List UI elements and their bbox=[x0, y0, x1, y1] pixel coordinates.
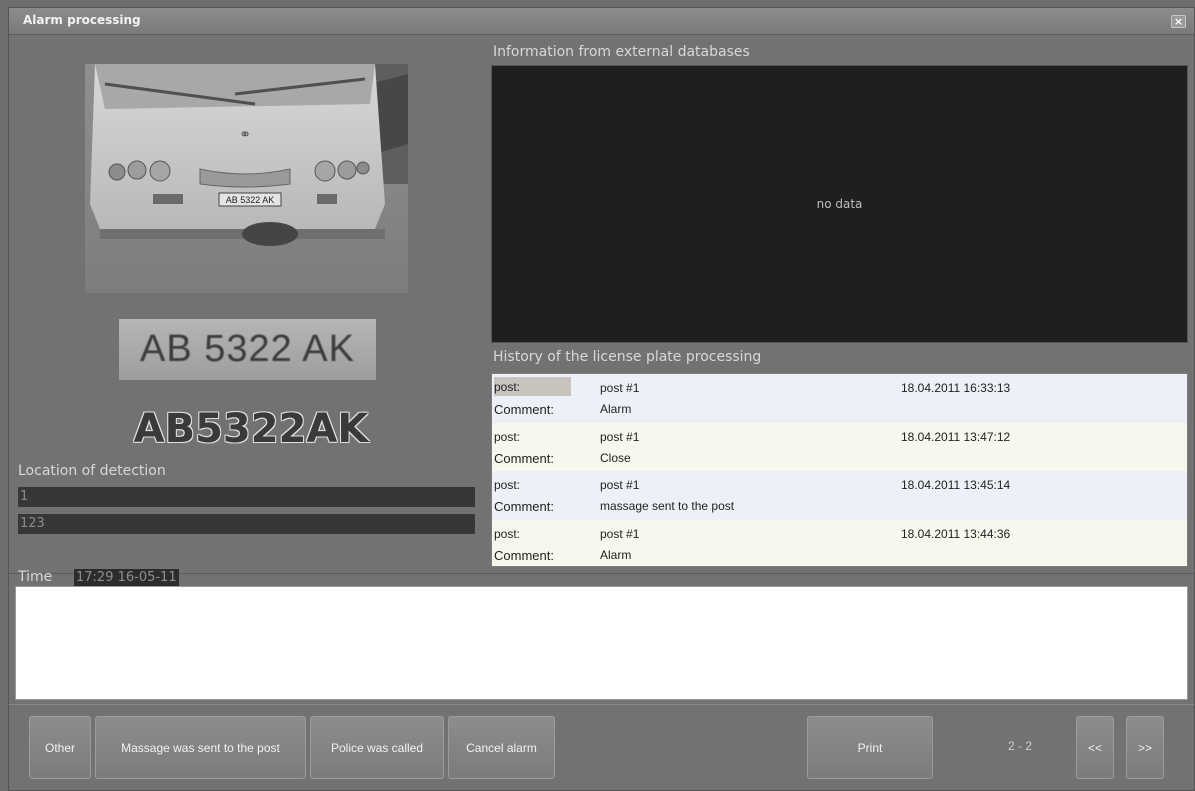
detection-area: ⚭ AB 5322 AK AB 5322 AK AB5322AK Locatio… bbox=[9, 36, 1194, 586]
history-datetime: 18.04.2011 16:33:13 bbox=[901, 381, 1011, 395]
plate-crop-text: AB 5322 AK bbox=[140, 328, 355, 370]
time-label: Time bbox=[18, 569, 53, 585]
comment-input[interactable] bbox=[15, 586, 1188, 700]
page-indicator: 2 - 2 bbox=[1008, 739, 1033, 753]
history-row[interactable]: post: post #1 18.04.2011 13:47:12 Commen… bbox=[492, 422, 1187, 471]
history-comment-value: Close bbox=[600, 450, 631, 465]
print-button[interactable]: Print bbox=[807, 716, 933, 779]
vehicle-photo: ⚭ AB 5322 AK bbox=[85, 64, 408, 293]
history-post-key: post: bbox=[494, 478, 521, 492]
history-datetime: 18.04.2011 13:44:36 bbox=[901, 526, 1011, 541]
history-datetime: 18.04.2011 13:45:14 bbox=[901, 478, 1011, 492]
police-called-button[interactable]: Police was called bbox=[310, 716, 444, 779]
vehicle-plate-text: AB 5322 AK bbox=[226, 195, 275, 205]
window-title: Alarm processing bbox=[23, 13, 141, 27]
history-post-key: post: bbox=[494, 526, 521, 541]
history-post-value: post #1 bbox=[600, 526, 640, 541]
history-comment-key: Comment: bbox=[494, 499, 554, 514]
external-db-panel: no data bbox=[491, 65, 1188, 343]
history-post-key: post: bbox=[494, 377, 571, 396]
external-db-empty-text: no data bbox=[816, 197, 863, 211]
history-label: History of the license plate processing bbox=[493, 349, 762, 365]
history-comment-value: Alarm bbox=[600, 402, 632, 416]
other-button[interactable]: Other bbox=[29, 716, 91, 779]
history-comment-value: massage sent to the post bbox=[600, 499, 735, 513]
alarm-processing-window: Alarm processing × ⚭ AB 5322 AK AB 5322 … bbox=[8, 7, 1195, 791]
prev-page-button[interactable]: << bbox=[1076, 716, 1114, 779]
title-bar: Alarm processing × bbox=[9, 8, 1194, 35]
next-page-button[interactable]: >> bbox=[1126, 716, 1164, 779]
plate-crop-image: AB 5322 AK bbox=[119, 319, 376, 380]
history-post-value: post #1 bbox=[600, 478, 640, 492]
location-field-2: 123 bbox=[18, 514, 475, 534]
external-db-label: Information from external databases bbox=[493, 44, 750, 60]
history-comment-key: Comment: bbox=[494, 402, 554, 417]
history-list[interactable]: post: post #1 18.04.2011 16:33:13 Commen… bbox=[491, 373, 1188, 567]
history-row[interactable]: post: post #1 18.04.2011 13:45:14 Commen… bbox=[492, 471, 1187, 520]
message-sent-button[interactable]: Massage was sent to the post bbox=[95, 716, 306, 779]
history-comment-value: Alarm bbox=[600, 547, 632, 562]
history-post-value: post #1 bbox=[600, 381, 640, 395]
svg-text:⚭: ⚭ bbox=[239, 127, 251, 143]
location-label: Location of detection bbox=[18, 463, 166, 479]
action-bar: Other Massage was sent to the post Polic… bbox=[9, 704, 1194, 791]
history-datetime: 18.04.2011 13:47:12 bbox=[901, 429, 1011, 444]
history-post-value: post #1 bbox=[600, 429, 640, 444]
recognized-plate-number: AB5322AK bbox=[133, 406, 369, 452]
location-field-1: 1 bbox=[18, 487, 475, 507]
history-comment-key: Comment: bbox=[494, 450, 554, 466]
history-comment-key: Comment: bbox=[494, 547, 554, 563]
history-row[interactable]: post: post #1 18.04.2011 16:33:13 Commen… bbox=[492, 374, 1187, 423]
history-post-key: post: bbox=[494, 429, 521, 444]
history-row[interactable]: post: post #1 18.04.2011 13:44:36 Commen… bbox=[492, 519, 1187, 566]
close-icon[interactable]: × bbox=[1171, 15, 1186, 28]
cancel-alarm-button[interactable]: Cancel alarm bbox=[448, 716, 555, 779]
time-value: 17:29 16-05-11 bbox=[74, 569, 179, 586]
